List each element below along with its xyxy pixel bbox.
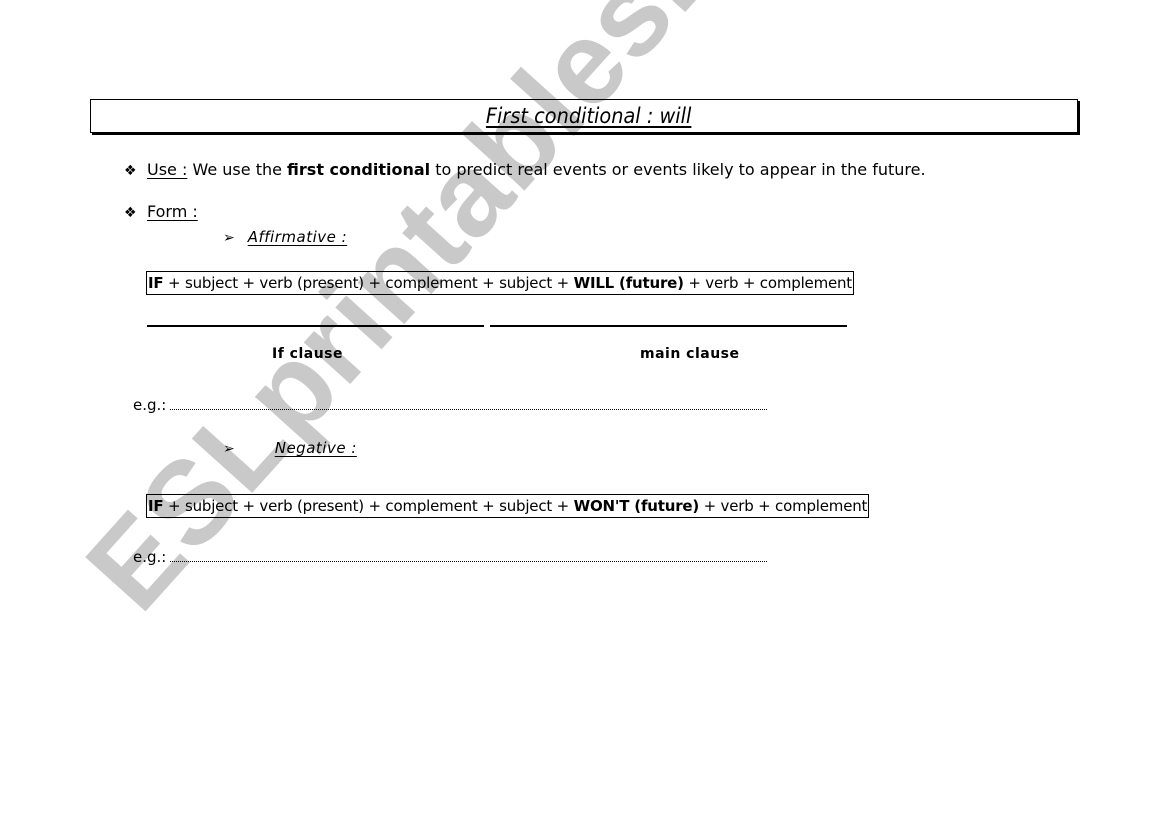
diamond-bullet-icon: ❖ [124, 205, 137, 221]
example-label: e.g.: [133, 548, 167, 566]
wont-keyword: WON'T (future) [573, 497, 700, 515]
page-title: First conditional : will [486, 104, 692, 128]
affirmative-formula-box: IF + subject + verb (present) + compleme… [146, 271, 854, 295]
arrow-bullet-icon: ➢ [223, 441, 235, 457]
formula-part-2: + verb + complement [703, 497, 868, 515]
example-label: e.g.: [133, 396, 167, 414]
arrow-bullet-icon: ➢ [223, 230, 235, 246]
affirmative-example-line: e.g.: [133, 396, 768, 414]
use-label: Use : [147, 160, 188, 179]
example-answer-blank[interactable] [170, 560, 768, 562]
use-text-before: We use the [192, 160, 282, 179]
use-text-after: to predict real events or events likely … [435, 160, 926, 179]
if-keyword: IF [148, 497, 164, 515]
worksheet-page: First conditional : will ❖ Use : We use … [0, 0, 1169, 821]
if-clause-label: If clause [272, 346, 344, 362]
formula-part-1: + subject + verb (present) + complement … [168, 274, 570, 292]
form-section: ❖ Form : [124, 202, 198, 221]
example-answer-blank[interactable] [170, 408, 768, 410]
formula-part-1: + subject + verb (present) + complement … [168, 497, 570, 515]
affirmative-heading: Affirmative : [247, 228, 348, 246]
if-clause-rule [147, 325, 484, 327]
use-section: ❖ Use : We use the first conditional to … [124, 160, 926, 179]
affirmative-heading-row: ➢ Affirmative : [223, 228, 347, 246]
formula-part-2: + verb + complement [688, 274, 852, 292]
title-box: First conditional : will [90, 99, 1078, 133]
form-label: Form : [147, 202, 198, 221]
main-clause-label: main clause [640, 346, 740, 362]
negative-heading: Negative : [274, 439, 357, 457]
use-text-bold: first conditional [287, 160, 431, 179]
negative-heading-row: ➢ Negative : [223, 439, 357, 457]
diamond-bullet-icon: ❖ [124, 163, 137, 179]
will-keyword: WILL (future) [573, 274, 684, 292]
if-keyword: IF [148, 274, 164, 292]
negative-formula-box: IF + subject + verb (present) + compleme… [146, 494, 870, 518]
negative-example-line: e.g.: [133, 548, 768, 566]
main-clause-rule [490, 325, 847, 327]
